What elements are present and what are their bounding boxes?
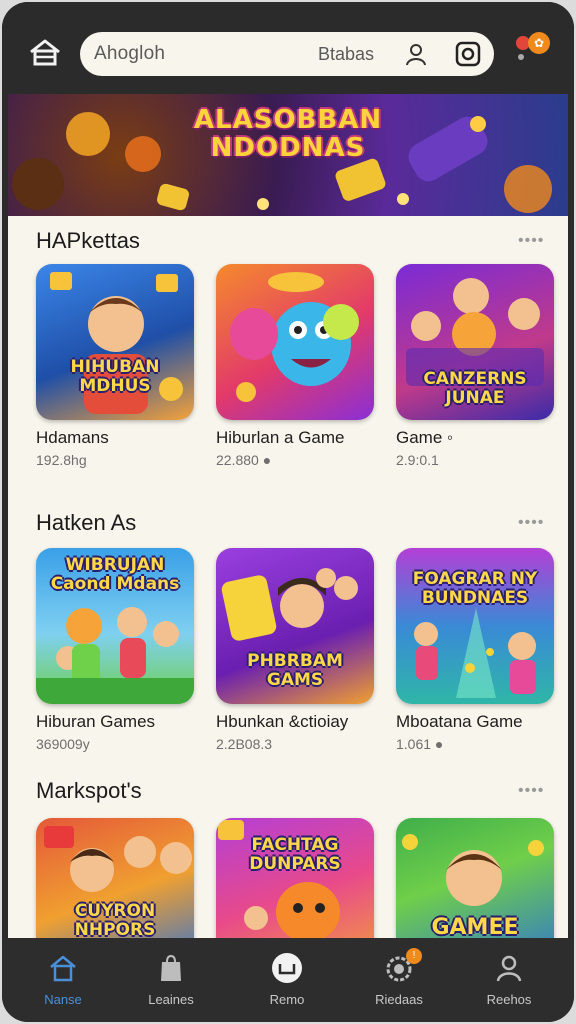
search-bar[interactable]: Ahogloh Btabas	[80, 32, 494, 76]
home-icon[interactable]	[26, 34, 64, 72]
bottom-nav: Nanse Leaines Remo ! Riedaas Reehos	[2, 938, 574, 1022]
game-stats: 369009y	[36, 736, 90, 752]
inbox-icon	[271, 952, 303, 984]
game-stats: 2.2B08.3	[216, 736, 273, 752]
game-card[interactable]: CUYRON NHPORS	[36, 818, 194, 938]
nav-item-library[interactable]: Leaines	[116, 938, 226, 1022]
home-icon	[47, 952, 79, 984]
nav-item-profile[interactable]: Reehos	[454, 938, 564, 1022]
section-title: HAPkettas	[36, 228, 140, 253]
game-card[interactable]: HIHUBAN MDHUS Hdamans 192.8hg	[36, 264, 194, 468]
banner-title: ALASOBBAN NDODNAS	[193, 105, 383, 163]
nav-item-center[interactable]: Remo	[232, 938, 342, 1022]
profile-icon	[493, 952, 525, 984]
game-thumbnail[interactable]: CUYRON NHPORS	[36, 818, 194, 938]
game-title: Hdamans	[36, 428, 109, 447]
promo-banner[interactable]: ALASOBBAN NDODNAS	[8, 94, 568, 216]
game-stats: 192.8hg	[36, 452, 87, 468]
game-art-text: CUYRON NHPORS	[74, 901, 156, 939]
nav-label: Riedaas	[375, 992, 423, 1007]
camera-icon[interactable]	[454, 40, 482, 68]
user-icon[interactable]	[404, 42, 428, 66]
notification-badge: ✿	[528, 32, 550, 54]
game-thumbnail[interactable]: PHBRBAM GAMS	[216, 548, 374, 704]
nav-label: Nanse	[44, 992, 82, 1007]
section-more-button[interactable]: ••••	[518, 232, 544, 250]
game-card[interactable]: CANZERNS JUNAE Game ◦ 2.9:0.1	[396, 264, 554, 468]
top-bar: Ahogloh Btabas ✿	[2, 2, 574, 94]
game-thumbnail[interactable]: FOAGRAR NY BUNDNAES	[396, 548, 554, 704]
game-thumbnail[interactable]: FACHTAG DUNPARS	[216, 818, 374, 938]
game-title: Mboatana Game	[396, 712, 523, 731]
nav-label: Leaines	[148, 992, 194, 1007]
game-thumbnail[interactable]	[216, 264, 374, 420]
section-title: Markspot's	[36, 778, 142, 803]
game-stats: 22.880 ●	[216, 452, 272, 468]
game-card[interactable]: WIBRUJAN Caond Mdans Hiburan Games 369009…	[36, 548, 194, 752]
game-card[interactable]: FOAGRAR NY BUNDNAES Mboatana Game 1.061 ●	[396, 548, 554, 752]
game-card[interactable]: PHBRBAM GAMS Hbunkan &ctioiay 2.2B08.3	[216, 548, 374, 752]
nav-label: Reehos	[486, 992, 532, 1007]
bag-icon	[155, 952, 187, 984]
game-thumbnail[interactable]: WIBRUJAN Caond Mdans	[36, 548, 194, 704]
game-art-text: FOAGRAR NY BUNDNAES	[412, 569, 538, 608]
notification-icon[interactable]: ✿	[516, 32, 556, 62]
game-card[interactable]: Hiburlan a Game 22.880 ●	[216, 264, 374, 468]
search-hint: Btabas	[318, 44, 375, 64]
game-title: Hiburan Games	[36, 712, 156, 731]
game-thumbnail[interactable]: CANZERNS JUNAE	[396, 264, 554, 420]
nav-badge: !	[406, 948, 422, 964]
section-more-button[interactable]: ••••	[518, 782, 544, 800]
game-title: Hiburlan a Game	[216, 428, 345, 447]
game-card[interactable]: GAMEE	[396, 818, 554, 938]
nav-item-rewards[interactable]: ! Riedaas	[344, 938, 454, 1022]
game-thumbnail[interactable]: GAMEE	[396, 818, 554, 938]
search-input[interactable]: Ahogloh	[94, 43, 165, 65]
phone-frame: Ahogloh Btabas ✿ ALASOBBAN NDODNAS HAPke…	[2, 2, 574, 1022]
game-thumbnail[interactable]: HIHUBAN MDHUS	[36, 264, 194, 420]
section-title: Hatken As	[36, 510, 137, 535]
game-art-text: GAMEE	[431, 915, 519, 939]
game-art-text: FACHTAG DUNPARS	[249, 835, 341, 874]
game-art-text: WIBRUJAN Caond Mdans	[50, 555, 180, 594]
game-stats: 2.9:0.1	[396, 452, 439, 468]
game-art-text: PHBRBAM GAMS	[247, 651, 343, 690]
game-title: Hbunkan &ctioiay	[216, 712, 349, 731]
section-more-button[interactable]: ••••	[518, 514, 544, 532]
game-art-text: CANZERNS JUNAE	[423, 369, 527, 408]
main-content: HAPkettas •••• HIHUBAN MDHUS Hdamans 192.…	[8, 216, 568, 938]
game-art-text: HIHUBAN MDHUS	[70, 357, 160, 396]
indicator-dot	[518, 54, 524, 60]
game-stats: 1.061 ●	[396, 736, 444, 752]
nav-label: Remo	[269, 992, 305, 1007]
game-title: Game ◦	[396, 428, 454, 447]
nav-item-home[interactable]: Nanse	[8, 938, 118, 1022]
game-card[interactable]: FACHTAG DUNPARS	[216, 818, 374, 938]
